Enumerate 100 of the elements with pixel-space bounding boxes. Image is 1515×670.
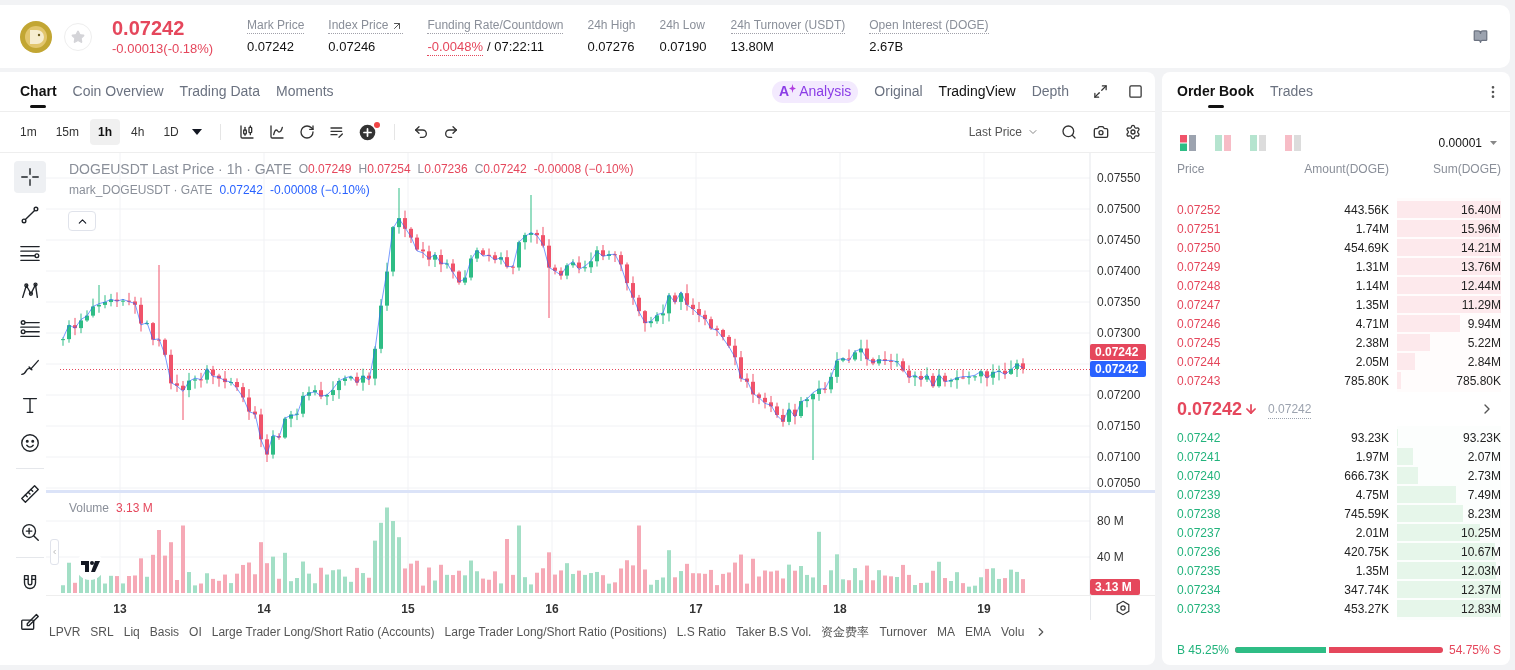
interval-button[interactable]: 1m <box>12 119 45 145</box>
chart-tab[interactable]: Chart <box>20 72 57 111</box>
ask-price: 0.07248 <box>1177 277 1222 295</box>
indicator-tab[interactable]: Taker B.S Vol. <box>736 624 812 640</box>
fullscreen-button[interactable] <box>1093 84 1108 99</box>
caret-down-icon <box>1490 141 1497 145</box>
stat-value: 13.80M <box>730 38 775 55</box>
ask-sum: 9.94M <box>1467 315 1501 333</box>
mid-price: 0.07242 <box>1177 397 1243 421</box>
indicator-tab[interactable]: Large Trader Long/Short Ratio (Positions) <box>444 624 667 640</box>
order-book-tab[interactable]: Order Book <box>1177 72 1254 111</box>
chart-tab[interactable]: Coin Overview <box>72 72 164 111</box>
column-header: Sum(DOGE) <box>1432 161 1501 178</box>
bid-sum: 2.07M <box>1467 448 1501 466</box>
camera-icon <box>1093 124 1109 140</box>
indicator-tab[interactable]: Large Trader Long/Short Ratio (Accounts) <box>211 624 435 640</box>
chart-tab[interactable]: Trading Data <box>179 72 260 111</box>
sparkle-icon <box>789 83 797 93</box>
replay-button[interactable] <box>298 124 315 140</box>
chevron-left-icon <box>51 548 58 556</box>
candlestick-icon <box>238 124 255 140</box>
indicator-tab[interactable]: 资金费率 <box>821 624 870 640</box>
last-price-tag: 0.07242 <box>1090 344 1146 360</box>
bid-price: 0.07234 <box>1177 581 1222 599</box>
chart-tab[interactable]: Moments <box>276 72 334 111</box>
interval-button[interactable]: 15m <box>47 119 87 145</box>
sell-ratio: 54.75% S <box>1448 642 1501 659</box>
stat-value: 0.07242 <box>247 38 295 55</box>
time-axis-label: 13 <box>113 602 127 616</box>
zoom-in-icon <box>19 521 41 543</box>
ohlc-value: L0.07236 <box>417 161 468 178</box>
ask-sum: 5.22M <box>1467 334 1501 352</box>
volume-legend-title: Volume <box>69 500 110 516</box>
interval-menu-button[interactable] <box>191 129 202 135</box>
collapse-legend-button[interactable] <box>68 211 96 231</box>
bid-amount: 93.23K <box>1349 429 1389 447</box>
bid-amount: 347.74K <box>1343 581 1389 599</box>
bid-amount: 453.27K <box>1343 600 1389 618</box>
bid-amount: 4.75M <box>1354 486 1389 504</box>
line-chart-icon <box>268 124 285 140</box>
indicator-tab[interactable]: Turnover <box>879 624 927 640</box>
interval-button[interactable]: 1h <box>90 119 121 145</box>
book-icon <box>1472 29 1488 44</box>
ask-amount: 443.56K <box>1343 201 1389 219</box>
chart-type-button[interactable] <box>238 124 255 140</box>
indicator-tab[interactable]: Volu <box>1001 624 1025 640</box>
chart-view-tab[interactable]: TradingView <box>938 81 1016 102</box>
undo-button[interactable] <box>412 124 429 140</box>
price-axis-label: 0.07400 <box>1097 264 1141 278</box>
ask-sum: 16.40M <box>1460 201 1501 219</box>
bid-sum: 93.23K <box>1462 429 1501 447</box>
templates-button[interactable] <box>328 124 345 140</box>
mark-legend-value: 0.07242 <box>219 182 263 198</box>
interval-button[interactable]: 4h <box>123 119 153 145</box>
price-axis-label: 0.07500 <box>1097 202 1141 216</box>
ask-price: 0.07245 <box>1177 334 1222 352</box>
stat-value: 2.67B <box>869 38 905 55</box>
analysis-button[interactable]: A Analysis <box>772 80 859 103</box>
expand-icon <box>1093 84 1108 99</box>
indicator-tab[interactable]: Liq <box>123 624 140 640</box>
plus-circle-icon <box>358 123 376 141</box>
ohlc-value: O0.07249 <box>298 161 352 178</box>
interval-button[interactable]: 1D <box>155 119 187 145</box>
ask-sum: 13.76M <box>1460 258 1501 276</box>
axis-settings-button[interactable] <box>1115 600 1131 616</box>
ask-sum: 785.80K <box>1456 372 1501 390</box>
indicator-tab[interactable]: Basis <box>149 624 180 640</box>
stat-label: 24h High <box>587 18 636 34</box>
ask-amount: 2.38M <box>1354 334 1389 352</box>
indicator-tab[interactable]: L.S Ratio <box>676 624 726 640</box>
indicators-button[interactable] <box>268 124 285 140</box>
window-button[interactable] <box>1128 84 1143 99</box>
price-source-select[interactable]: Last Price <box>968 123 1039 141</box>
stat-label: Index Price <box>328 18 389 34</box>
indicator-tab[interactable]: LPVR <box>49 624 81 640</box>
settings-icon <box>1125 124 1141 140</box>
indicator-tab[interactable]: SRL <box>90 624 114 640</box>
indicator-tab[interactable]: OI <box>189 624 202 640</box>
precision-select[interactable]: 0.00001 <box>1438 134 1501 152</box>
indicator-tab[interactable]: EMA <box>964 624 991 640</box>
bid-amount: 1.97M <box>1354 448 1389 466</box>
bid-price: 0.07236 <box>1177 543 1222 561</box>
indicator-tab[interactable]: MA <box>936 624 955 640</box>
settings-button[interactable] <box>1125 124 1141 140</box>
bid-sum: 7.49M <box>1467 486 1501 504</box>
price-axis-label: 0.07100 <box>1097 450 1141 464</box>
stat-value: 0.07246 <box>328 38 377 55</box>
bid-amount: 666.73K <box>1343 467 1389 485</box>
search-button[interactable] <box>1061 124 1077 140</box>
order-book-tab[interactable]: Trades <box>1270 72 1314 111</box>
redo-button[interactable] <box>442 124 459 140</box>
snapshot-button[interactable] <box>1093 124 1109 140</box>
chart-view-tab[interactable]: Depth <box>1031 81 1069 102</box>
time-axis-label: 19 <box>977 602 991 616</box>
bid-sum: 10.25M <box>1460 524 1501 542</box>
bid-sum: 8.23M <box>1467 505 1501 523</box>
rotate-icon <box>298 124 315 140</box>
ask-price: 0.07243 <box>1177 372 1222 390</box>
chart-view-tab[interactable]: Original <box>874 81 923 102</box>
view-mode-button[interactable] <box>1180 135 1196 151</box>
